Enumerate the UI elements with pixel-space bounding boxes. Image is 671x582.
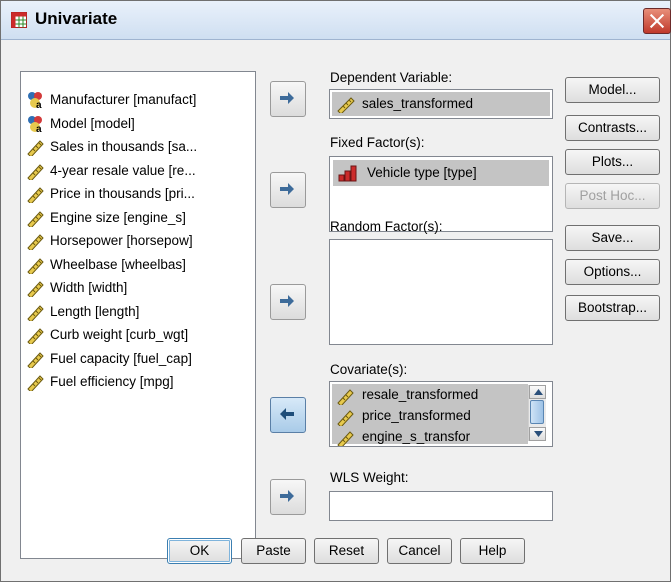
variable-list-item[interactable]: Price in thousands [pri...: [21, 183, 251, 205]
move-from-covariate-button[interactable]: [270, 397, 306, 433]
wls-weight-field[interactable]: [329, 491, 553, 521]
scale-icon: [27, 281, 44, 297]
move-to-random-factor-button[interactable]: [270, 284, 306, 320]
random-factor-list[interactable]: [329, 239, 553, 345]
covariates-scrollbar[interactable]: [528, 385, 546, 441]
bootstrap-button[interactable]: Bootstrap...: [565, 295, 660, 321]
variable-label: Sales in thousands [sa...: [50, 139, 198, 154]
covariates-label: Covariate(s):: [330, 362, 408, 377]
reset-button[interactable]: Reset: [314, 538, 379, 564]
right-arrow-icon: [280, 183, 294, 195]
variable-list-item[interactable]: Sales in thousands [sa...: [21, 136, 251, 158]
scale-icon: [27, 257, 44, 274]
variable-list-item[interactable]: Wheelbase [wheelbas]: [21, 254, 251, 276]
random-factor-label: Random Factor(s):: [330, 219, 443, 234]
variable-label: Length [length]: [50, 303, 140, 319]
contrasts-button[interactable]: Contrasts...: [565, 115, 660, 141]
svg-text:a: a: [36, 100, 42, 109]
dependent-variable-value: sales_transformed: [362, 96, 474, 111]
source-variable-list[interactable]: a Manufacturer [manufact] a Model [model] Sa…: [20, 71, 256, 559]
variable-label: Price in thousands [pri...: [50, 186, 195, 201]
variable-label: Fuel efficiency [mpg]: [50, 374, 174, 389]
variable-list-item[interactable]: 4-year resale value [re...: [21, 160, 251, 182]
model-button[interactable]: Model...: [565, 77, 660, 103]
variable-label: Curb weight [curb_wgt]: [50, 327, 189, 342]
right-arrow-icon: [280, 490, 294, 502]
post-hoc-button[interactable]: Post Hoc...: [565, 183, 660, 209]
scale-icon: [337, 410, 354, 426]
variable-label: Width [width]: [50, 280, 128, 295]
paste-button[interactable]: Paste: [241, 538, 306, 564]
scale-icon: [27, 375, 44, 391]
covariate-label: price_transformed: [362, 408, 471, 423]
scale-icon: [27, 328, 44, 344]
window-title: Univariate: [35, 9, 118, 28]
covariate-item[interactable]: price_transformed: [332, 406, 528, 427]
ordinal-icon: [338, 165, 357, 182]
variable-list-item[interactable]: a Manufacturer [manufact]: [21, 89, 251, 111]
cancel-button[interactable]: Cancel: [387, 538, 452, 564]
scale-icon: [27, 140, 44, 156]
left-arrow-icon: [280, 408, 294, 420]
covariates-list[interactable]: resale_transformed price_transformedengin…: [329, 381, 553, 447]
save-button[interactable]: Save...: [565, 225, 660, 251]
scale-icon: [337, 431, 354, 446]
fixed-factor-label: Fixed Factor(s):: [330, 135, 425, 150]
close-button[interactable]: [643, 8, 671, 34]
svg-text:a: a: [36, 124, 42, 133]
nominal-icon: a: [28, 115, 42, 133]
variable-list-item[interactable]: Fuel efficiency [mpg]: [21, 371, 251, 393]
scroll-thumb[interactable]: [530, 400, 544, 424]
scale-icon: [27, 351, 44, 368]
covariate-item[interactable]: resale_transformed: [332, 385, 528, 406]
move-to-wls-weight-button[interactable]: [270, 479, 306, 515]
dependent-variable-field[interactable]: sales_transformed: [329, 89, 553, 119]
variable-label: Manufacturer [manufact]: [50, 92, 197, 107]
covariate-label: resale_transformed: [362, 387, 479, 402]
variable-list-item[interactable]: Fuel capacity [fuel_cap]: [21, 348, 251, 370]
scale-icon: [337, 97, 355, 113]
variable-label: Engine size [engine_s]: [50, 209, 186, 225]
chevron-up-icon: [534, 389, 543, 395]
help-button[interactable]: Help: [460, 538, 525, 564]
univariate-dialog: Univariate a Manufacturer [manufact] a Mode…: [0, 0, 671, 582]
variable-list-item[interactable]: a Model [model]: [21, 113, 251, 135]
scale-icon: [337, 389, 354, 405]
scale-icon: [27, 234, 44, 250]
variable-label: Fuel capacity [fuel_cap]: [50, 350, 192, 366]
scroll-down-button[interactable]: [529, 427, 546, 441]
table-icon: [11, 12, 27, 28]
options-button[interactable]: Options...: [565, 259, 660, 285]
scale-icon: [27, 163, 44, 180]
variable-list-item[interactable]: Horsepower [horsepow]: [21, 230, 251, 252]
variable-list-item[interactable]: Engine size [engine_s]: [21, 207, 251, 229]
dependent-variable-label: Dependent Variable:: [330, 70, 453, 85]
wls-weight-label: WLS Weight:: [330, 470, 409, 485]
variable-label: 4-year resale value [re...: [50, 162, 196, 178]
covariate-item[interactable]: engine_s_transfor: [332, 427, 528, 446]
move-to-dependent-button[interactable]: [270, 81, 306, 117]
right-arrow-icon: [280, 92, 294, 104]
variable-label: Horsepower [horsepow]: [50, 233, 193, 248]
nominal-icon: a: [28, 92, 42, 109]
ok-button[interactable]: OK: [167, 538, 232, 564]
variable-list-item[interactable]: Curb weight [curb_wgt]: [21, 324, 251, 346]
variable-label: Model [model]: [50, 115, 135, 131]
scroll-up-button[interactable]: [529, 385, 546, 399]
covariate-label: engine_s_transfor: [362, 429, 471, 444]
scale-icon: [27, 210, 44, 227]
scale-icon: [27, 187, 44, 203]
variable-label: Wheelbase [wheelbas]: [50, 256, 186, 272]
right-arrow-icon: [280, 295, 294, 307]
chevron-down-icon: [534, 431, 543, 437]
plots-button[interactable]: Plots...: [565, 149, 660, 175]
move-to-fixed-factor-button[interactable]: [270, 172, 306, 208]
scale-icon: [27, 304, 44, 321]
fixed-factor-value: Vehicle type [type]: [367, 165, 477, 180]
title-bar[interactable]: Univariate: [1, 1, 671, 40]
variable-list-item[interactable]: Length [length]: [21, 301, 251, 323]
variable-list-item[interactable]: Width [width]: [21, 277, 251, 299]
